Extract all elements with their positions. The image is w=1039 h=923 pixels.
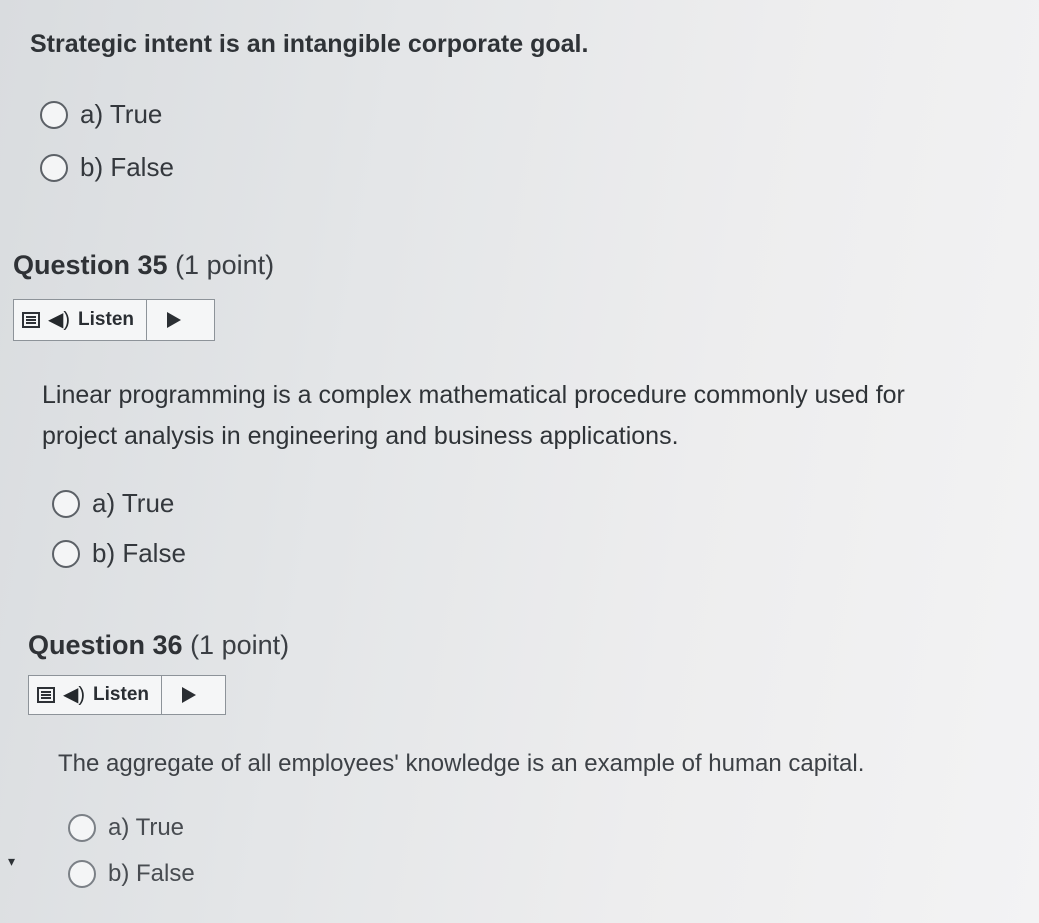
q36-option-false-label: b) False bbox=[108, 860, 195, 887]
menu-icon[interactable] bbox=[37, 687, 55, 703]
question-36-title: Question 36 bbox=[28, 630, 183, 660]
question-35-header: Question 35 (1 point) bbox=[13, 250, 274, 281]
speaker-icon: ◀) bbox=[63, 684, 86, 706]
q35-option-true-label: a) True bbox=[92, 488, 175, 518]
q36-listen-label: Listen bbox=[93, 684, 149, 705]
q36-option-true[interactable]: a) True bbox=[68, 814, 184, 842]
question-34-prompt: Strategic intent is an intangible corpor… bbox=[30, 30, 589, 58]
question-35-prompt: Linear programming is a complex mathemat… bbox=[42, 375, 905, 457]
q34-option-false[interactable]: b) False bbox=[40, 152, 174, 183]
q36-radio-true[interactable] bbox=[68, 814, 96, 842]
q34-radio-true[interactable] bbox=[40, 100, 68, 129]
q36-option-true-label: a) True bbox=[108, 814, 185, 841]
scroll-caret-icon: ▾ bbox=[8, 853, 16, 869]
question-36-header: Question 36 (1 point) bbox=[28, 630, 289, 661]
q34-option-true[interactable]: a) True bbox=[40, 99, 162, 130]
q35-option-false-label: b) False bbox=[92, 538, 186, 568]
q34-option-false-label: b) False bbox=[80, 152, 174, 182]
play-icon bbox=[167, 312, 181, 328]
q35-listen-label: Listen bbox=[78, 309, 134, 330]
menu-icon[interactable] bbox=[22, 312, 40, 328]
q35-radio-false[interactable] bbox=[52, 539, 80, 568]
question-35-title: Question 35 bbox=[13, 250, 168, 280]
q34-option-true-label: a) True bbox=[80, 99, 163, 129]
speaker-icon: ◀) bbox=[48, 309, 71, 331]
question-35-points: (1 point) bbox=[175, 250, 275, 280]
q35-play-button[interactable] bbox=[147, 300, 201, 340]
q35-radio-true[interactable] bbox=[52, 489, 80, 518]
q36-listen-widget: ◀) Listen bbox=[28, 675, 226, 715]
q36-option-false[interactable]: b) False bbox=[68, 860, 195, 888]
question-35-prompt-line2: project analysis in engineering and busi… bbox=[42, 422, 679, 450]
q35-listen-button[interactable]: ◀) Listen bbox=[14, 300, 147, 340]
question-36-points: (1 point) bbox=[190, 630, 290, 660]
q35-option-true[interactable]: a) True bbox=[52, 488, 174, 519]
q36-play-button[interactable] bbox=[162, 676, 216, 714]
play-icon bbox=[182, 687, 196, 703]
q35-listen-widget: ◀) Listen bbox=[13, 299, 215, 341]
question-36-prompt: The aggregate of all employees' knowledg… bbox=[58, 750, 865, 777]
q36-radio-false[interactable] bbox=[68, 860, 96, 888]
q34-radio-false[interactable] bbox=[40, 153, 68, 182]
q35-option-false[interactable]: b) False bbox=[52, 538, 186, 569]
q36-listen-button[interactable]: ◀) Listen bbox=[29, 676, 162, 714]
question-35-prompt-line1: Linear programming is a complex mathemat… bbox=[42, 381, 905, 409]
